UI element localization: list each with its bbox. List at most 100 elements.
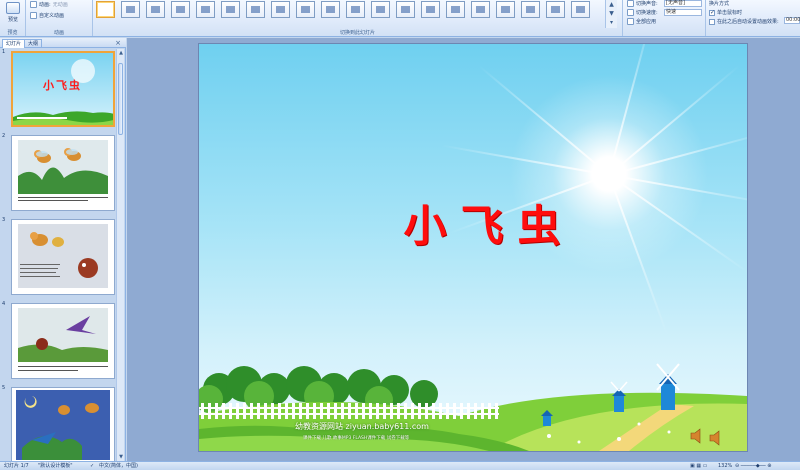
tab-outline[interactable]: 大纲 — [24, 39, 43, 48]
current-slide[interactable]: 小飞虫 幼教资源网站 ziyuan.baby611.com 课件下载 儿歌 故事… — [199, 44, 747, 451]
custom-animation-button[interactable]: 自定义动画 — [30, 12, 64, 19]
animation-group-label: 动画 — [53, 30, 64, 36]
theme-name[interactable]: "默认设计模板" — [38, 462, 73, 470]
language-indicator[interactable]: 中文(简体，中国) — [99, 462, 138, 470]
scroll-up-icon[interactable]: ▲ — [117, 49, 125, 57]
tab-slides[interactable]: 幻灯片 — [2, 39, 26, 48]
transition-option[interactable] — [196, 1, 215, 18]
fence-post — [222, 403, 225, 419]
thumbnail-row[interactable]: 3 — [0, 217, 116, 295]
fence-post — [488, 403, 491, 419]
site-banner: 幼教资源网站 ziyuan.baby611.com — [295, 422, 429, 431]
transition-option[interactable] — [421, 1, 440, 18]
transition-option[interactable] — [346, 1, 365, 18]
thumbnail-row[interactable]: 4 — [0, 301, 116, 379]
thumbnail-row[interactable]: 2 — [0, 133, 116, 211]
zoom-slider[interactable]: ⊖ ─────◆── ⊕ — [735, 462, 771, 470]
fence-post — [229, 403, 232, 419]
thumbnail-illustration — [18, 224, 108, 288]
slide-thumbnail[interactable]: 小飞虫 — [11, 51, 115, 127]
fence-post — [257, 403, 260, 419]
fence-post — [348, 403, 351, 419]
transition-option[interactable] — [221, 1, 240, 18]
status-bar: 幻灯片 1/7 "默认设计模板" ✓ 中文(简体，中国) ▣ ▦ ▭ 132% … — [0, 461, 800, 470]
gallery-scroll[interactable]: ▲ ▼ ▾ — [605, 0, 617, 28]
transition-option[interactable] — [321, 1, 340, 18]
gallery-more-icon[interactable]: ▾ — [606, 18, 617, 27]
fence-post — [467, 403, 470, 419]
speed-icon — [627, 9, 634, 16]
transition-option[interactable] — [521, 1, 540, 18]
fence-post — [439, 403, 442, 419]
fence-post — [383, 403, 386, 419]
speaker-icon[interactable] — [709, 430, 723, 446]
on-click-checkbox[interactable]: 单击鼠标时 — [709, 9, 742, 16]
after-checkbox[interactable]: 在此之后自动设置动画效果: — [709, 18, 779, 25]
thumbnail-number: 4 — [2, 301, 6, 307]
transition-option[interactable] — [446, 1, 465, 18]
gallery-up-icon[interactable]: ▲ — [606, 0, 617, 9]
slide-thumbnail[interactable] — [11, 387, 115, 461]
gallery-down-icon[interactable]: ▼ — [606, 9, 617, 18]
speed-select[interactable]: 快速 — [664, 9, 702, 16]
transition-gallery — [94, 0, 619, 28]
close-icon[interactable]: × — [115, 38, 121, 48]
fence-post — [474, 403, 477, 419]
fence-post — [418, 403, 421, 419]
fence-post — [285, 403, 288, 419]
transition-option[interactable] — [496, 1, 515, 18]
fence-post — [306, 403, 309, 419]
apply-all-button[interactable]: 全部应用 — [627, 18, 656, 25]
thumbnail-number: 2 — [2, 133, 6, 139]
sound-select[interactable]: [无声音] — [664, 0, 702, 7]
advance-heading: 换片方式 — [709, 1, 730, 7]
after-time-input[interactable]: 00:00 — [784, 17, 800, 24]
slide-thumbnail[interactable] — [11, 135, 115, 211]
thumbnail-row[interactable]: 5 — [0, 385, 116, 461]
slide-thumbnail[interactable] — [11, 303, 115, 379]
transition-option[interactable] — [146, 1, 165, 18]
speaker-icon[interactable] — [690, 428, 704, 444]
fence-post — [404, 403, 407, 419]
fence-post — [481, 403, 484, 419]
apply-all-icon — [627, 18, 634, 25]
transition-option[interactable] — [271, 1, 290, 18]
thumbnail-scrollbar[interactable]: ▲ ▼ — [116, 49, 124, 461]
transition-option[interactable] — [396, 1, 415, 18]
fence-post — [341, 403, 344, 419]
spellcheck-icon[interactable]: ✓ — [90, 462, 94, 470]
slide-thumbnail[interactable] — [11, 219, 115, 295]
thumbnail-number: 3 — [2, 217, 6, 223]
fence-post — [299, 403, 302, 419]
thumbnail-illustration — [16, 390, 110, 460]
fence-post — [369, 403, 372, 419]
view-buttons[interactable]: ▣ ▦ ▭ — [690, 462, 707, 470]
fence-post — [250, 403, 253, 419]
preview-button[interactable]: 预览 — [4, 2, 22, 23]
transition-option[interactable] — [371, 1, 390, 18]
scroll-thumb[interactable] — [118, 63, 123, 135]
animation-group: 动画: 无动画 自定义动画 动画 — [26, 0, 93, 36]
transition-option[interactable] — [121, 1, 140, 18]
fence-post — [453, 403, 456, 419]
custom-animation-icon — [30, 12, 37, 19]
transition-option[interactable] — [571, 1, 590, 18]
zoom-level[interactable]: 132% — [718, 462, 732, 470]
fence-post — [327, 403, 330, 419]
transition-option[interactable] — [171, 1, 190, 18]
transition-option[interactable] — [296, 1, 315, 18]
thumbnail-row[interactable]: 1 小飞虫 — [0, 49, 116, 127]
checkbox-checked-icon — [709, 9, 715, 16]
thumbnail-number: 5 — [2, 385, 6, 391]
fence-post — [432, 403, 435, 419]
fence-post — [362, 403, 365, 419]
transition-none[interactable] — [96, 1, 115, 18]
animate-dropdown[interactable]: 动画: 无动画 — [30, 1, 68, 8]
transition-option[interactable] — [471, 1, 490, 18]
slide-editor: 小飞虫 幼教资源网站 ziyuan.baby611.com 课件下载 儿歌 故事… — [127, 38, 800, 461]
fence-post — [271, 403, 274, 419]
slides-pane: 幻灯片 大纲 × 1 小飞虫 2 3 4 5 ▲ ▼ — [0, 38, 126, 461]
transition-option[interactable] — [246, 1, 265, 18]
transition-option[interactable] — [546, 1, 565, 18]
scroll-down-icon[interactable]: ▼ — [117, 453, 125, 461]
